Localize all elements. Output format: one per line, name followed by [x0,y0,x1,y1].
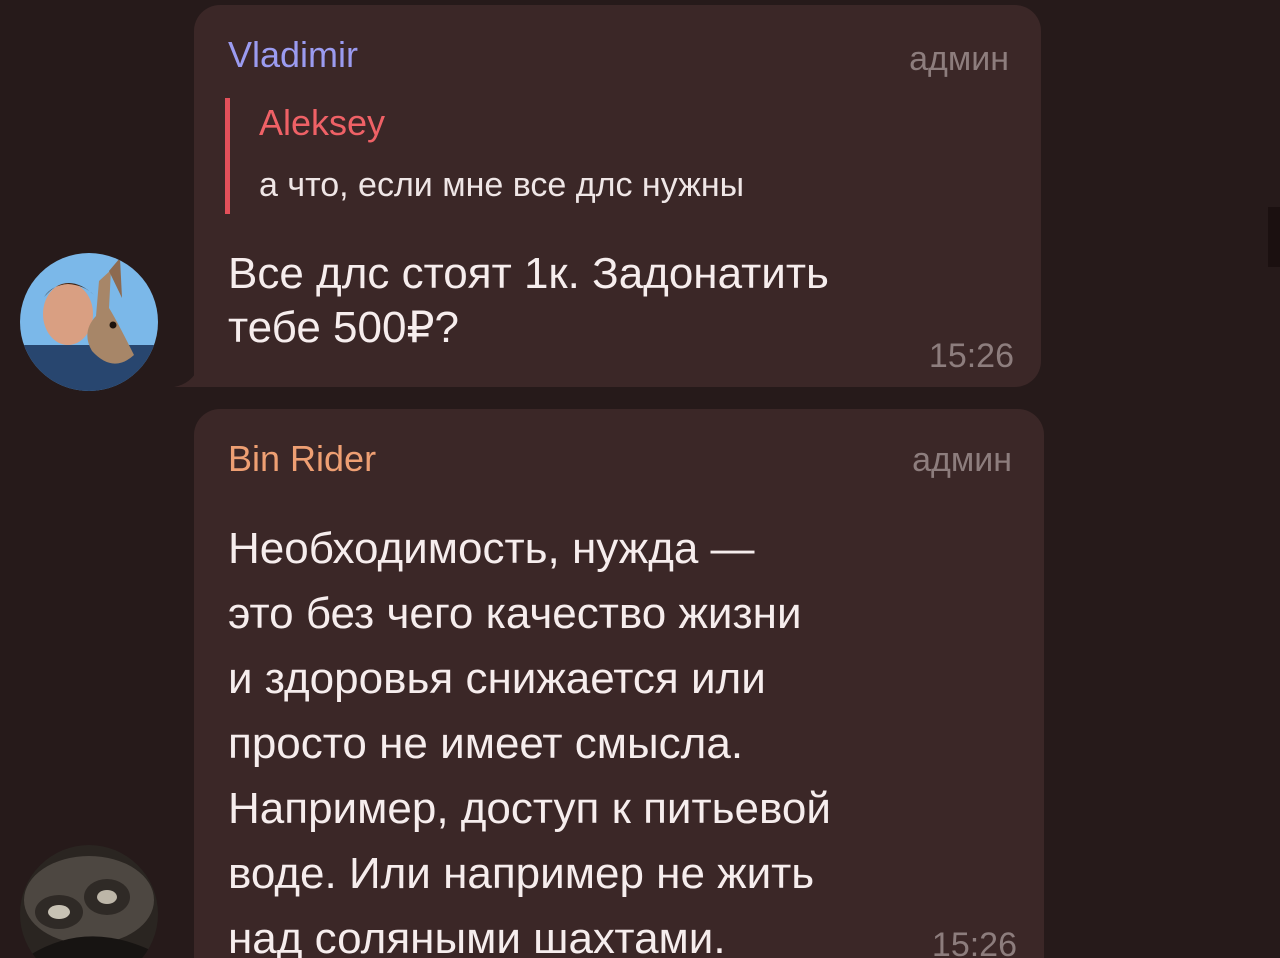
message-timestamp: 15:26 [928,337,1014,375]
avatar[interactable] [20,253,158,391]
avatar-photo-icon [20,845,158,958]
message-bubble[interactable]: Vladimir админ Aleksey а что, если мне в… [194,5,1041,387]
sender-name[interactable]: Bin Rider [228,438,376,480]
admin-badge: админ [909,40,1009,78]
avatar[interactable] [20,845,158,958]
admin-badge: админ [912,441,1012,479]
message-bubble[interactable]: Bin Rider админ Необходимость, нужда — э… [194,409,1044,958]
chat-window: Vladimir админ Aleksey а что, если мне в… [0,0,1280,958]
reply-preview[interactable]: Aleksey а что, если мне все длс нужны [225,98,744,214]
message-text: Все длс стоят 1к. Задонатить тебе 500₽? [228,249,829,352]
message-timestamp: 15:26 [931,926,1017,958]
message-text: Необходимость, нужда — это без чего каче… [228,524,831,958]
reply-text: а что, если мне все длс нужны [259,166,745,204]
reply-author: Aleksey [259,102,386,143]
avatar-photo-icon [20,253,158,391]
scroll-indicator[interactable] [1268,207,1280,267]
sender-name[interactable]: Vladimir [228,34,358,76]
